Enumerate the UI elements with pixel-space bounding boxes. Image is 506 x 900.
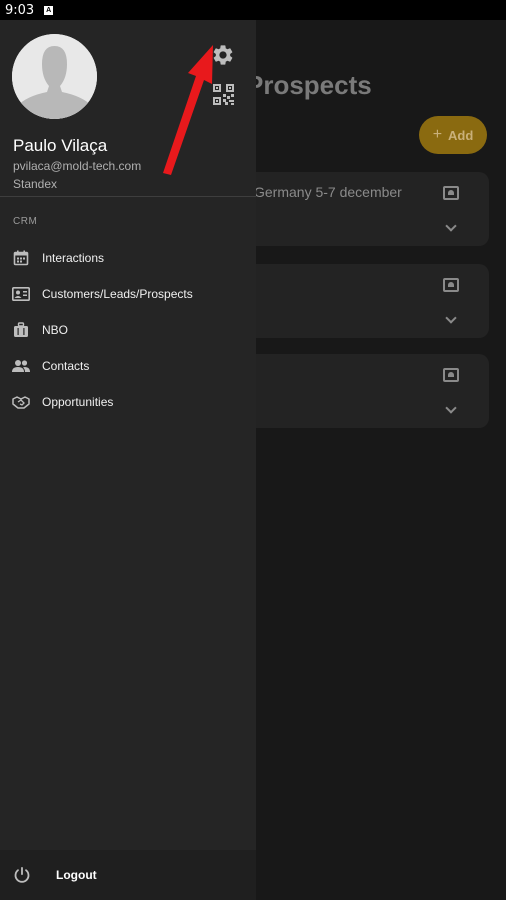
qr-code-icon[interactable] xyxy=(213,84,234,105)
prospect-card[interactable] xyxy=(240,264,489,338)
power-icon xyxy=(14,867,30,883)
user-email: pvilaca@mold-tech.com xyxy=(13,159,142,173)
status-time: 9:03 xyxy=(5,2,35,18)
menu-item-label: Contacts xyxy=(42,359,90,373)
menu-item-label: Opportunities xyxy=(42,395,114,409)
menu-item-interactions[interactable]: Interactions xyxy=(0,240,256,276)
menu-item-customers[interactable]: Customers/Leads/Prospects xyxy=(0,276,256,312)
divider xyxy=(0,196,256,197)
chevron-down-icon[interactable] xyxy=(445,402,457,414)
prospect-card-text: Germany 5-7 december xyxy=(254,184,402,200)
contact-card-icon xyxy=(12,285,30,303)
page-title: Prospects xyxy=(246,70,372,100)
contact-card-icon[interactable] xyxy=(443,186,459,200)
user-company: Standex xyxy=(13,177,58,191)
menu-item-label: Customers/Leads/Prospects xyxy=(42,287,193,301)
menu-item-opportunities[interactable]: Opportunities xyxy=(0,384,256,420)
menu-item-label: Interactions xyxy=(42,251,105,265)
person-placeholder-icon xyxy=(12,34,97,119)
notification-icon: A xyxy=(44,5,54,15)
status-bar: 9:03 A xyxy=(0,0,506,20)
plus-icon: + xyxy=(432,126,443,143)
user-name: Paulo Vilaça xyxy=(13,136,108,155)
drawer-menu: Interactions Customers/Leads/Prospects N… xyxy=(0,240,256,420)
contact-card-icon[interactable] xyxy=(443,368,459,382)
calendar-icon xyxy=(12,249,30,267)
section-label-crm: CRM xyxy=(13,216,38,227)
handshake-icon xyxy=(12,393,30,411)
chevron-down-icon[interactable] xyxy=(445,220,457,232)
logout-button[interactable]: Logout xyxy=(0,850,256,900)
people-icon xyxy=(12,357,30,375)
avatar xyxy=(12,34,97,119)
menu-item-label: NBO xyxy=(42,323,69,337)
add-button[interactable]: + Add xyxy=(419,116,487,154)
app-screen: 9:03 A Prospects + Add Germany 5-7 decem… xyxy=(0,0,506,900)
prospect-card[interactable]: Germany 5-7 december xyxy=(240,172,489,246)
navigation-drawer: Paulo Vilaça pvilaca@mold-tech.com Stand… xyxy=(0,20,256,900)
menu-item-contacts[interactable]: Contacts xyxy=(0,348,256,384)
prospect-card[interactable] xyxy=(240,354,489,428)
logout-label: Logout xyxy=(56,868,97,882)
settings-gear-icon[interactable] xyxy=(211,43,235,67)
chevron-down-icon[interactable] xyxy=(445,312,457,324)
menu-item-nbo[interactable]: NBO xyxy=(0,312,256,348)
contact-card-icon[interactable] xyxy=(443,278,459,292)
luggage-icon xyxy=(12,321,30,339)
add-button-label: Add xyxy=(448,127,474,143)
